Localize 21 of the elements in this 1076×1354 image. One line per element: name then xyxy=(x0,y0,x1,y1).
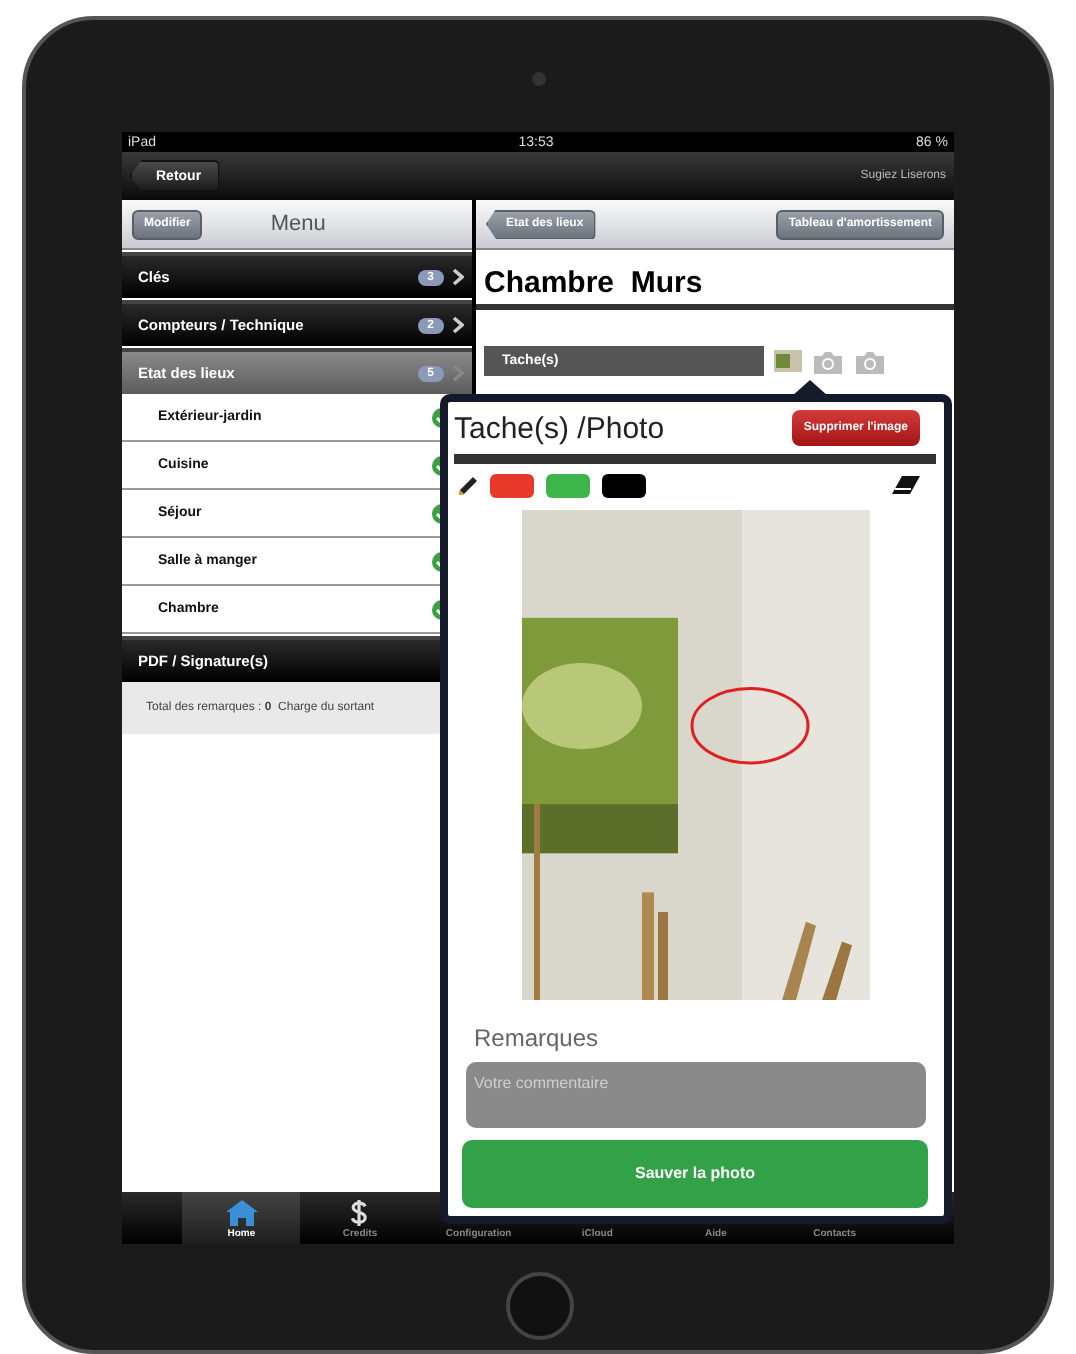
photo-thumbnail-icon[interactable] xyxy=(774,350,802,372)
home-button[interactable] xyxy=(506,1272,574,1340)
comment-field[interactable]: Votre commentaire xyxy=(466,1062,926,1128)
house-icon xyxy=(225,1200,258,1226)
menu-title: Menu xyxy=(270,212,326,236)
color-swatch[interactable] xyxy=(602,473,646,498)
dollar-icon xyxy=(350,1200,369,1226)
color-swatch[interactable] xyxy=(546,473,590,498)
chevron-icon xyxy=(452,268,464,286)
eraser-icon[interactable] xyxy=(892,476,920,495)
pencil-icon[interactable] xyxy=(458,475,478,496)
chevron-icon xyxy=(452,316,464,334)
room-title: Chambre Murs xyxy=(482,264,705,304)
color-swatch[interactable] xyxy=(490,473,534,498)
save-photo-button[interactable]: Sauver la photo xyxy=(462,1139,928,1208)
popover-title: Tache(s) /Photo xyxy=(454,411,665,445)
chevron-icon xyxy=(452,364,464,382)
camera-icon[interactable] xyxy=(812,349,844,373)
remarks-label: Remarques xyxy=(474,1024,601,1053)
camera-icon xyxy=(532,72,546,86)
camera-icon[interactable] xyxy=(854,349,886,373)
